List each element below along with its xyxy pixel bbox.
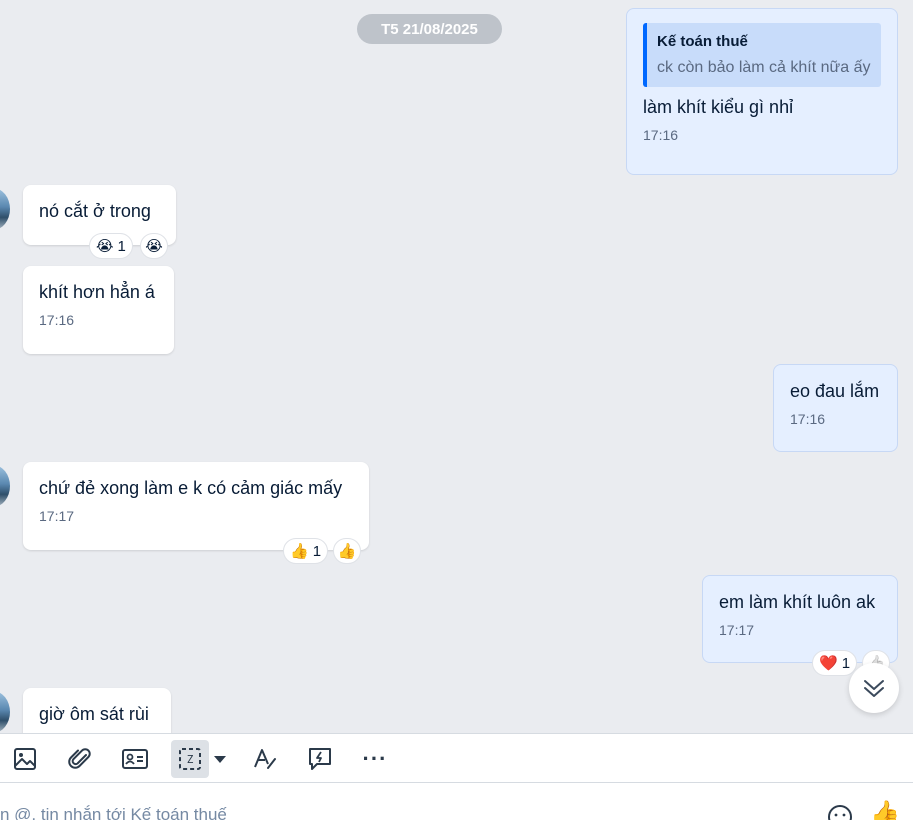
- screenshot-icon: Z: [179, 748, 201, 770]
- send-like-button[interactable]: 👍: [870, 799, 900, 820]
- reaction-summary[interactable]: 😭 1: [89, 233, 133, 259]
- message-bubble-incoming[interactable]: khít hơn hẳn á 17:16: [23, 266, 174, 354]
- quick-message-button[interactable]: [301, 740, 339, 778]
- reaction-summary[interactable]: 👍 1: [283, 538, 329, 564]
- avatar[interactable]: [0, 465, 10, 507]
- more-options-button[interactable]: ···: [356, 740, 394, 778]
- double-chevron-down-icon: [864, 680, 884, 697]
- attachment-icon: [68, 748, 91, 769]
- screenshot-options-button[interactable]: [210, 740, 230, 778]
- image-icon: [14, 748, 36, 770]
- quote-text: ck còn bảo làm cả khít nữa ấy: [657, 59, 871, 76]
- smiley-icon: [828, 805, 852, 820]
- message-text: khít hơn hẳn á: [39, 282, 155, 302]
- message-text: eo đau lắm: [790, 381, 880, 401]
- text-format-icon: [254, 749, 276, 769]
- quick-reaction-button[interactable]: 😭: [140, 233, 168, 259]
- quote-author: Kế toán thuế: [657, 33, 748, 50]
- avatar[interactable]: [0, 188, 10, 230]
- message-bubble-incoming[interactable]: giờ ôm sát rùi: [23, 688, 171, 733]
- quick-reaction-emoji: 😭: [145, 238, 163, 255]
- reaction-count: 1: [312, 542, 322, 560]
- contact-card-icon: [122, 749, 148, 769]
- message-time: 17:17: [719, 622, 755, 638]
- avatar[interactable]: [0, 691, 10, 733]
- reaction-emoji: 😭: [96, 238, 114, 255]
- reaction-count: 1: [841, 654, 851, 672]
- screenshot-button[interactable]: Z: [171, 740, 209, 778]
- message-bubble-outgoing[interactable]: eo đau lắm 17:16: [773, 364, 898, 452]
- quoted-message[interactable]: Kế toán thuế ck còn bảo làm cả khít nữa …: [643, 23, 881, 87]
- quick-message-icon: [309, 748, 331, 770]
- message-bubble-outgoing[interactable]: Kế toán thuế ck còn bảo làm cả khít nữa …: [626, 8, 898, 175]
- message-bubble-incoming[interactable]: chứ đẻ xong làm e k có cảm giác mấy 17:1…: [23, 462, 369, 550]
- message-time: 17:16: [643, 127, 679, 143]
- composer-toolbar: Z ···: [0, 733, 913, 783]
- message-time: 17:17: [39, 508, 75, 524]
- scroll-to-bottom-button[interactable]: [849, 663, 899, 713]
- chat-area[interactable]: T5 21/08/2025 Kế toán thuế ck còn bảo là…: [0, 0, 913, 733]
- date-separator: T5 21/08/2025: [357, 14, 502, 44]
- quick-reaction-emoji: 👍: [337, 543, 357, 560]
- reaction-count: 1: [117, 237, 126, 255]
- emoji-picker-button[interactable]: [826, 803, 854, 820]
- text-format-button[interactable]: [246, 740, 284, 778]
- reaction-emoji: 👍: [290, 543, 309, 560]
- send-image-button[interactable]: [6, 740, 44, 778]
- quick-reaction-button[interactable]: 👍: [333, 538, 361, 564]
- message-text: em làm khít luôn ak: [719, 592, 876, 612]
- attach-file-button[interactable]: [61, 740, 99, 778]
- message-text: chứ đẻ xong làm e k có cảm giác mấy: [39, 478, 343, 498]
- message-text: nó cắt ở trong: [39, 201, 151, 221]
- send-contact-button[interactable]: [116, 740, 154, 778]
- dropdown-icon: [214, 756, 226, 763]
- message-text: làm khít kiểu gì nhỉ: [643, 97, 794, 117]
- message-input-placeholder[interactable]: n @, tin nhắn tới Kế toán thuế: [0, 805, 227, 820]
- reaction-summary[interactable]: ❤️ 1: [812, 650, 858, 676]
- reaction-emoji: ❤️: [819, 655, 838, 672]
- message-text: giờ ôm sát rùi: [39, 704, 149, 724]
- more-icon: ···: [362, 746, 388, 771]
- message-composer[interactable]: n @, tin nhắn tới Kế toán thuế 👍: [0, 783, 913, 820]
- svg-text:Z: Z: [187, 753, 194, 766]
- message-bubble-outgoing[interactable]: em làm khít luôn ak 17:17: [702, 575, 898, 663]
- message-time: 17:16: [39, 312, 75, 328]
- message-time: 17:16: [790, 411, 826, 427]
